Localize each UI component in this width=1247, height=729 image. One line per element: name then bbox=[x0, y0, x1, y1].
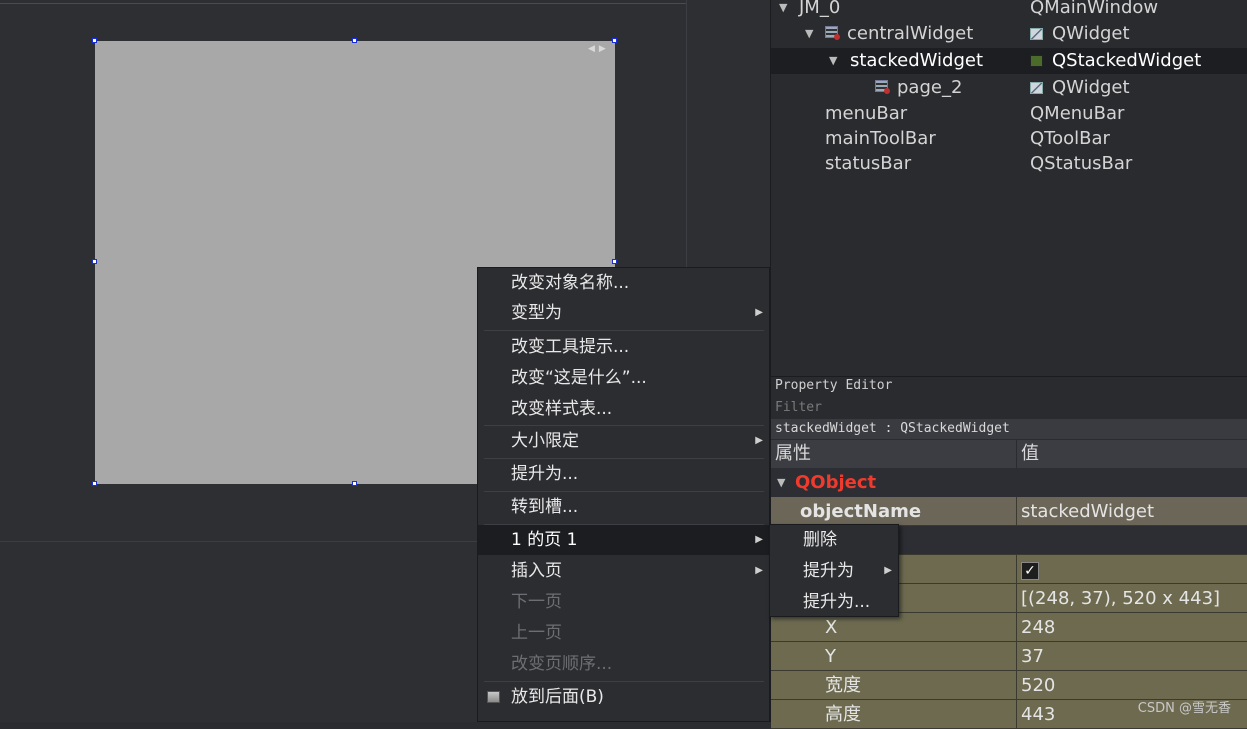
expand-arrow-icon[interactable]: ▼ bbox=[805, 21, 813, 47]
submenu-arrow-icon: ▶ bbox=[755, 534, 763, 545]
resize-handle-t[interactable] bbox=[352, 38, 357, 43]
canvas-divider bbox=[0, 3, 686, 4]
panel-title: Property Editor bbox=[775, 378, 893, 393]
tree-item-name: JM_0 bbox=[799, 0, 841, 18]
expand-arrow-icon[interactable]: ▼ bbox=[829, 48, 837, 74]
resize-handle-b[interactable] bbox=[352, 481, 357, 486]
send-to-back-icon bbox=[487, 691, 500, 703]
menu-item-change-stylesheet[interactable]: 改变样式表... bbox=[478, 394, 769, 424]
tree-row-statusbar[interactable]: statusBar QStatusBar bbox=[771, 151, 1247, 177]
tree-row-stackedwidget[interactable]: ▼ stackedWidget QStackedWidget bbox=[771, 48, 1247, 74]
page-nav-arrows-icon[interactable]: ◀▶ bbox=[588, 44, 610, 54]
layout-icon bbox=[875, 80, 890, 94]
menu-item-next-page[interactable]: 下一页 bbox=[478, 587, 769, 617]
menu-item-previous-page[interactable]: 上一页 bbox=[478, 618, 769, 648]
tree-item-class: QMenuBar bbox=[1030, 103, 1125, 124]
submenu-item-promote-to[interactable]: 提升为 ▶ bbox=[770, 556, 898, 586]
resize-handle-tr[interactable] bbox=[612, 38, 617, 43]
menu-item-insert-page[interactable]: 插入页 ▶ bbox=[478, 556, 769, 586]
tree-item-class: QWidget bbox=[1052, 77, 1130, 98]
property-row[interactable]: 宽度 520 bbox=[771, 671, 1247, 700]
tree-item-class: QStackedWidget bbox=[1052, 50, 1202, 71]
tree-item-class: QMainWindow bbox=[1030, 0, 1159, 18]
menu-separator bbox=[484, 330, 764, 331]
property-group-qobject[interactable]: ▼ QObject bbox=[771, 468, 1247, 497]
property-key: 宽度 bbox=[825, 675, 861, 696]
tree-row-menubar[interactable]: menuBar QMenuBar bbox=[771, 101, 1247, 127]
layout-icon bbox=[825, 26, 840, 40]
tree-item-name: page_2 bbox=[897, 77, 963, 98]
enabled-checkbox[interactable]: ✓ bbox=[1021, 562, 1039, 580]
resize-handle-tl[interactable] bbox=[92, 38, 97, 43]
widget-icon bbox=[1030, 28, 1043, 40]
tree-item-name: centralWidget bbox=[847, 23, 974, 44]
property-value[interactable]: 248 bbox=[1021, 613, 1055, 642]
menu-item-change-whats-this[interactable]: 改变“这是什么”... bbox=[478, 363, 769, 393]
submenu-item-promote-to-dialog[interactable]: 提升为... bbox=[770, 587, 898, 617]
property-key: Y bbox=[825, 646, 836, 667]
property-value[interactable]: 443 bbox=[1021, 700, 1055, 729]
property-row[interactable]: Y 37 bbox=[771, 642, 1247, 671]
current-object-label: stackedWidget : QStackedWidget bbox=[771, 419, 1247, 439]
resize-handle-r[interactable] bbox=[612, 259, 617, 264]
menu-item-change-page-order[interactable]: 改变页顺序... bbox=[478, 649, 769, 679]
column-header-property[interactable]: 属性 bbox=[775, 440, 811, 468]
tree-item-class: QStatusBar bbox=[1030, 153, 1133, 174]
context-menu: 改变对象名称... 变型为 ▶ 改变工具提示... 改变“这是什么”... 改变样… bbox=[477, 267, 770, 722]
menu-item-change-object-name[interactable]: 改变对象名称... bbox=[478, 268, 769, 298]
property-value[interactable]: 520 bbox=[1021, 671, 1055, 700]
watermark: CSDN @雪无香 bbox=[1137, 701, 1231, 716]
object-inspector: ▼ JM_0 QMainWindow ▼ centralWidget QWidg… bbox=[770, 0, 1247, 376]
expand-arrow-icon[interactable]: ▼ bbox=[777, 468, 785, 497]
submenu-arrow-icon: ▶ bbox=[755, 565, 763, 576]
tree-item-name: mainToolBar bbox=[825, 128, 936, 149]
menu-item-morph-into[interactable]: 变型为 ▶ bbox=[478, 298, 769, 328]
property-key: objectName bbox=[800, 501, 922, 522]
tree-item-class: QWidget bbox=[1052, 23, 1130, 44]
tree-item-class: QToolBar bbox=[1030, 128, 1110, 149]
page-submenu: 删除 提升为 ▶ 提升为... bbox=[769, 524, 899, 617]
menu-item-send-to-back[interactable]: 放到后面(B) bbox=[478, 682, 769, 712]
menu-item-change-tooltip[interactable]: 改变工具提示... bbox=[478, 332, 769, 362]
menu-item-go-to-slot[interactable]: 转到槽... bbox=[478, 492, 769, 522]
property-table-header: 属性 值 bbox=[771, 440, 1247, 468]
property-value[interactable]: ✓ bbox=[1021, 555, 1039, 584]
tree-row-jm0[interactable]: ▼ JM_0 QMainWindow bbox=[771, 0, 1247, 21]
tree-row-maintoolbar[interactable]: mainToolBar QToolBar bbox=[771, 126, 1247, 152]
resize-handle-l[interactable] bbox=[92, 259, 97, 264]
expand-arrow-icon[interactable]: ▼ bbox=[779, 0, 787, 21]
menu-item-size-constraints[interactable]: 大小限定 ▶ bbox=[478, 426, 769, 456]
property-row[interactable]: objectName stackedWidget bbox=[771, 497, 1247, 526]
resize-handle-bl[interactable] bbox=[92, 481, 97, 486]
stacked-widget-icon bbox=[1030, 55, 1043, 67]
submenu-arrow-icon: ▶ bbox=[755, 307, 763, 318]
filter-input[interactable]: Filter bbox=[775, 400, 822, 415]
property-row[interactable]: X 248 bbox=[771, 613, 1247, 642]
column-header-value[interactable]: 值 bbox=[1021, 440, 1039, 468]
submenu-item-delete[interactable]: 删除 bbox=[770, 525, 898, 555]
tree-item-name: menuBar bbox=[825, 103, 908, 124]
submenu-arrow-icon: ▶ bbox=[755, 435, 763, 446]
property-key: 高度 bbox=[825, 704, 861, 725]
menu-item-promote-to[interactable]: 提升为... bbox=[478, 459, 769, 489]
tree-item-name: statusBar bbox=[825, 153, 912, 174]
tree-row-centralwidget[interactable]: ▼ centralWidget QWidget bbox=[771, 21, 1247, 47]
menu-item-page-1-of-1[interactable]: 1 的页 1 ▶ bbox=[478, 525, 769, 555]
property-value[interactable]: 37 bbox=[1021, 642, 1044, 671]
widget-icon bbox=[1030, 82, 1043, 94]
submenu-arrow-icon: ▶ bbox=[884, 565, 892, 576]
property-value[interactable]: stackedWidget bbox=[1021, 497, 1154, 526]
group-title: QObject bbox=[795, 472, 877, 493]
tree-row-page2[interactable]: page_2 QWidget bbox=[771, 75, 1247, 101]
property-value[interactable]: [(248, 37), 520 x 443] bbox=[1021, 584, 1220, 613]
tree-item-name: stackedWidget bbox=[850, 50, 984, 71]
property-key: X bbox=[825, 617, 838, 638]
